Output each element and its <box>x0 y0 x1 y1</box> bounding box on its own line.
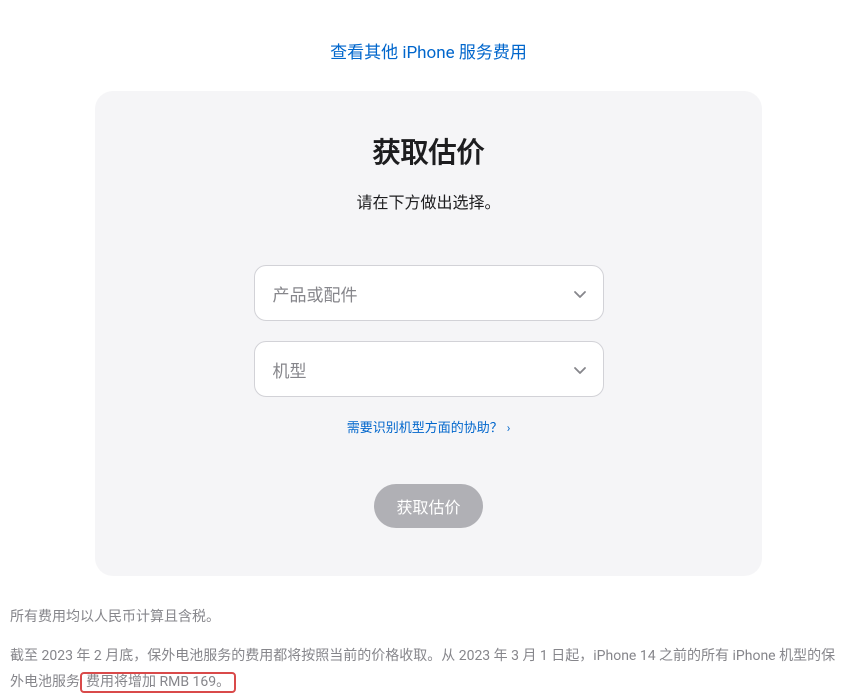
product-select-wrap: 产品或配件 <box>254 265 604 321</box>
help-link-label: 需要识别机型方面的协助？ <box>347 421 503 436</box>
card-subtitle: 请在下方做出选择。 <box>145 189 712 213</box>
help-link-container: 需要识别机型方面的协助？ › <box>145 417 712 436</box>
footer-line2: 截至 2023 年 2 月底，保外电池服务的费用都将按照当前的价格收取。从 20… <box>10 643 847 696</box>
footer-line1: 所有费用均以人民币计算且含税。 <box>10 604 847 631</box>
top-link-container: 查看其他 iPhone 服务费用 <box>0 0 857 91</box>
product-select[interactable]: 产品或配件 <box>254 265 604 321</box>
model-select[interactable]: 机型 <box>254 341 604 397</box>
chevron-right-icon: › <box>507 421 511 435</box>
get-estimate-button[interactable]: 获取估价 <box>374 484 482 528</box>
footer-text: 所有费用均以人民币计算且含税。 截至 2023 年 2 月底，保外电池服务的费用… <box>0 576 857 696</box>
card-title: 获取估价 <box>145 131 712 171</box>
model-select-wrap: 机型 <box>254 341 604 397</box>
estimate-card: 获取估价 请在下方做出选择。 产品或配件 机型 需要识别机型方面的协助？ › 获取… <box>95 91 762 576</box>
help-identify-model-link[interactable]: 需要识别机型方面的协助？ › <box>347 421 511 436</box>
other-iphone-fees-link[interactable]: 查看其他 iPhone 服务费用 <box>330 43 527 63</box>
chevron-down-icon <box>573 286 587 300</box>
product-select-placeholder: 产品或配件 <box>273 281 358 306</box>
chevron-down-icon <box>573 362 587 376</box>
price-increase-highlight: 费用将增加 RMB 169。 <box>80 672 236 693</box>
model-select-placeholder: 机型 <box>273 357 307 382</box>
